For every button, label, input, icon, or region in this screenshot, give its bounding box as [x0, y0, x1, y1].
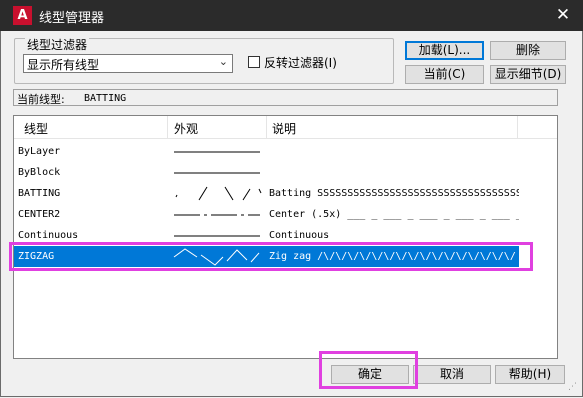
filter-selected-value: 显示所有线型	[27, 58, 100, 72]
linetype-name: BATTING	[18, 188, 61, 199]
column-header-appearance[interactable]: 外观	[174, 120, 198, 137]
linetype-description: Continuous	[269, 230, 330, 241]
column-separator[interactable]	[517, 116, 518, 138]
current-button[interactable]: 当前(C)	[405, 65, 484, 84]
linetype-name: ByLayer	[18, 146, 61, 157]
list-row-bylayer[interactable]: ByLayer	[14, 141, 557, 162]
load-button[interactable]: 加载(L)...	[405, 41, 484, 60]
column-header-description[interactable]: 说明	[272, 120, 296, 137]
list-row-center2[interactable]: CENTER2 Center (.5x) ___ _ ___ _ ___ _ _…	[14, 204, 557, 225]
linetype-filter-dropdown[interactable]: 显示所有线型 ⌄	[23, 54, 233, 73]
linetype-description: Zig zag /\/\/\/\/\/\/\/\/\/\/\/\/\/\/\/\…	[269, 251, 516, 262]
current-linetype-value: BATTING	[84, 93, 127, 104]
list-header: 线型 外观 说明	[14, 116, 557, 139]
linetype-name: CENTER2	[18, 209, 61, 220]
resize-grip-icon[interactable]: ⋰	[568, 382, 577, 392]
current-linetype-label: 当前线型:	[17, 93, 65, 106]
linetype-list[interactable]: 线型 外观 说明 ByLayer ByBlock BATTING Batting…	[13, 115, 558, 359]
list-row-batting[interactable]: BATTING Batting SSSSSSSSSSSSSSSSSSSSSSSS…	[14, 183, 557, 204]
show-details-button[interactable]: 显示细节(D)	[490, 65, 566, 84]
close-button[interactable]: ✕	[549, 2, 577, 28]
list-row-zigzag[interactable]: ZIGZAG Zig zag /\/\/\/\/\/\/\/\/\/\/\/\/…	[14, 246, 557, 267]
filter-group-label: 线型过滤器	[25, 36, 90, 53]
delete-button[interactable]: 删除	[490, 41, 566, 60]
help-button[interactable]: 帮助(H)	[495, 365, 565, 384]
window-title: 线型管理器	[39, 11, 105, 26]
linetype-name: ZIGZAG	[18, 251, 55, 262]
cancel-button[interactable]: 取消	[413, 365, 491, 384]
invert-filter-checkbox[interactable]	[248, 56, 260, 68]
chevron-down-icon: ⌄	[218, 55, 228, 68]
linetype-name: Continuous	[18, 230, 79, 241]
linetype-preview-solid	[174, 172, 260, 174]
row-blank-area	[519, 246, 557, 267]
linetype-description: Batting SSSSSSSSSSSSSSSSSSSSSSSSSSSSSSSS…	[269, 188, 519, 199]
column-separator[interactable]	[167, 116, 168, 138]
column-separator[interactable]	[266, 116, 267, 138]
linetype-preview-center	[174, 214, 260, 216]
invert-filter-label[interactable]: 反转过滤器(I)	[264, 54, 337, 71]
autocad-app-icon: A	[13, 6, 32, 25]
list-row-continuous[interactable]: Continuous Continuous	[14, 225, 557, 246]
linetype-preview-batting	[175, 186, 262, 201]
linetype-description: Center (.5x) ___ _ ___ _ ___ _ ___ _ ___…	[269, 209, 519, 220]
list-row-byblock[interactable]: ByBlock	[14, 162, 557, 183]
column-header-linetype[interactable]: 线型	[24, 120, 48, 137]
ok-button[interactable]: 确定	[331, 365, 409, 384]
linetype-preview-zigzag	[173, 248, 260, 266]
linetype-preview-solid	[174, 151, 260, 153]
linetype-name: ByBlock	[18, 167, 61, 178]
title-bar: A 线型管理器 ✕	[0, 0, 583, 31]
current-linetype-bar: 当前线型: BATTING	[13, 89, 558, 106]
linetype-preview-solid	[174, 235, 260, 237]
